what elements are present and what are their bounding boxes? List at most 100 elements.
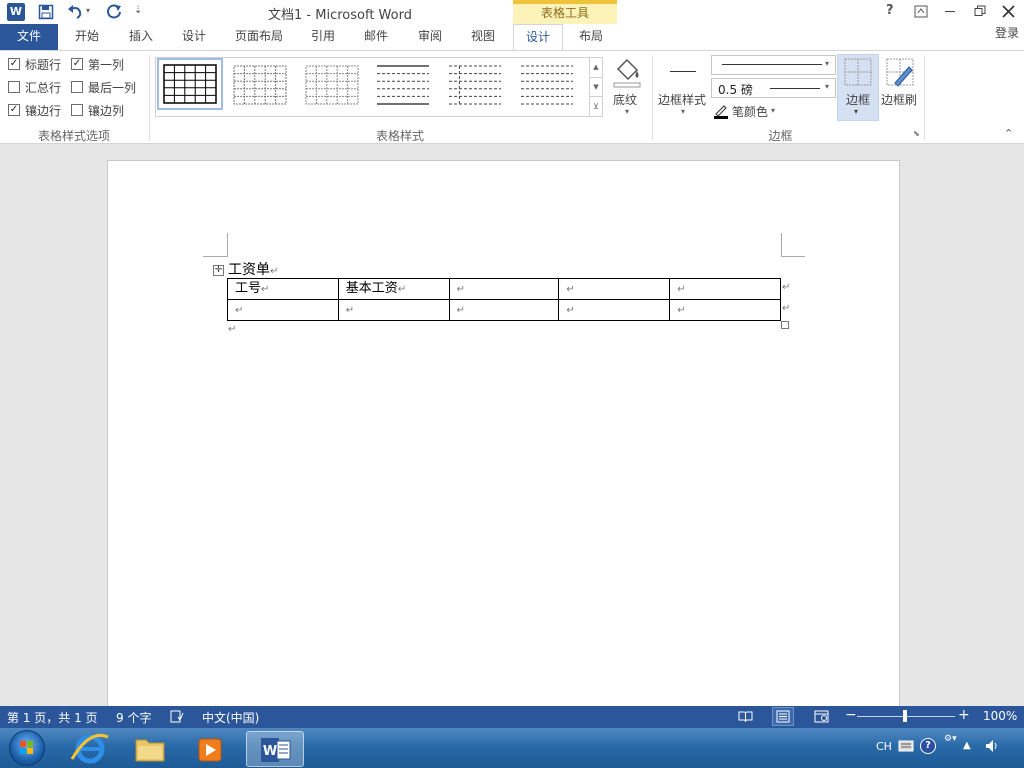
keyboard-icon[interactable] [898,740,914,752]
total-row-label[interactable]: 汇总行 [25,79,61,96]
table-cell[interactable]: ↵ [670,300,781,321]
table-cell[interactable]: 工号↵ [228,279,339,300]
volume-icon[interactable] [984,739,1000,753]
tab-references[interactable]: 引用 [300,24,346,50]
tab-design[interactable]: 设计 [170,24,218,50]
shading-button-label[interactable]: 底纹 [613,91,637,108]
banded-rows-label[interactable]: 镶边行 [25,102,61,119]
tab-table-design[interactable]: 设计 [513,24,563,51]
restore-icon[interactable] [974,5,986,17]
pen-icon[interactable] [713,103,729,119]
minimize-icon[interactable] [945,11,955,12]
borders-dialog-launcher-icon[interactable]: ⬊ [913,129,920,138]
collapse-ribbon-icon[interactable]: ⌃ [1004,127,1013,140]
ime-help-icon[interactable]: ? [920,738,936,754]
document-heading[interactable]: 工资单↵ [228,259,278,279]
table-resize-handle[interactable] [781,321,789,329]
ribbon-display-options-icon[interactable] [914,5,928,18]
border-styles-dropdown-icon[interactable]: ▾ [681,107,685,116]
start-button[interactable] [9,730,45,766]
borders-dropdown-icon[interactable]: ▾ [854,107,858,116]
customize-qat-icon[interactable]: ⇣ [134,5,142,16]
table-cell[interactable]: ↵ [228,300,339,321]
tab-table-layout[interactable]: 布局 [566,24,616,50]
tab-home[interactable]: 开始 [62,24,112,50]
line-style-dropdown[interactable]: ▾ [711,55,836,75]
table-style-thumbnail[interactable] [515,60,581,112]
web-layout-icon[interactable] [814,710,829,723]
help-icon[interactable]: ? [886,3,894,18]
tab-review[interactable]: 审阅 [406,24,454,50]
ime-options-icon[interactable]: ⚙▾ [944,734,957,744]
table-style-thumbnail[interactable] [228,60,294,112]
zoom-percentage[interactable]: 100% [983,709,1017,723]
read-mode-icon[interactable] [738,710,753,723]
page-count[interactable]: 第 1 页，共 1 页 [7,709,98,726]
first-column-checkbox[interactable]: ✓ [71,58,83,70]
pen-color-label[interactable]: 笔颜色 [732,103,768,120]
banded-columns-label[interactable]: 镶边列 [88,102,124,119]
input-language[interactable]: CH [876,740,892,753]
line-weight-dropdown[interactable]: 0.5 磅 ▾ [711,78,836,98]
border-styles-line-icon[interactable] [670,71,696,72]
redo-icon[interactable] [107,4,123,20]
tab-mailings[interactable]: 邮件 [353,24,399,50]
table-style-thumbnail[interactable] [300,60,366,112]
table-cell[interactable]: ↵ [670,279,781,300]
gallery-scroll-down-icon[interactable]: ▼ [589,77,602,95]
table-cell[interactable]: ↵ [450,279,560,300]
word-app-icon[interactable]: W [7,3,25,21]
header-row-label[interactable]: 标题行 [25,56,61,73]
table-cell[interactable]: ↵ [450,300,560,321]
tab-insert[interactable]: 插入 [116,24,166,50]
undo-dropdown-icon[interactable]: ▾ [86,6,90,15]
close-icon[interactable] [1002,5,1015,18]
document-table[interactable]: 工号↵ 基本工资↵ ↵ ↵ ↵ ↵ ↵ ↵ ↵ ↵ [227,278,781,321]
border-styles-label[interactable]: 边框样式 [658,91,706,108]
table-cell[interactable]: 基本工资↵ [339,279,450,300]
banded-columns-checkbox[interactable] [71,104,83,116]
page[interactable]: ✛ 工资单↵ 工号↵ 基本工资↵ ↵ ↵ ↵ ↵ ↵ ↵ ↵ ↵ ↵ ↵ ↵ [107,160,900,706]
table-cell[interactable]: ↵ [559,279,671,300]
borders-icon[interactable] [843,57,873,87]
table-move-handle-icon[interactable]: ✛ [213,265,224,276]
total-row-checkbox[interactable] [8,81,20,93]
line-weight-dropdown-icon[interactable]: ▾ [825,82,829,91]
header-row-checkbox[interactable]: ✓ [8,58,20,70]
table-cell[interactable]: ↵ [559,300,671,321]
zoom-in-button[interactable]: + [958,707,970,723]
table-cell[interactable]: ↵ [339,300,450,321]
language-indicator[interactable]: 中文(中国) [202,709,259,726]
media-player-icon[interactable] [182,731,238,767]
line-style-dropdown-icon[interactable]: ▾ [825,59,829,68]
zoom-slider-thumb[interactable] [903,710,907,722]
internet-explorer-icon[interactable] [62,731,118,767]
border-painter-label[interactable]: 边框刷 [881,91,917,108]
last-column-label[interactable]: 最后一列 [88,79,136,96]
table-style-thumbnail[interactable] [443,60,509,112]
last-column-checkbox[interactable] [71,81,83,93]
tab-file[interactable]: 文件 [0,24,58,50]
proofing-icon[interactable] [170,710,184,723]
undo-icon[interactable] [66,4,84,20]
zoom-out-button[interactable]: − [845,707,857,723]
shading-dropdown-icon[interactable]: ▾ [625,107,629,116]
gallery-more-icon[interactable]: ⊻ [589,96,602,116]
gallery-scroll-up-icon[interactable]: ▲ [589,58,602,76]
pen-color-dropdown-icon[interactable]: ▾ [771,106,775,115]
tab-view[interactable]: 视图 [459,24,507,50]
print-layout-icon[interactable] [772,707,794,726]
login-link[interactable]: 登录 [990,21,1024,47]
word-taskbar-icon[interactable]: W [246,731,304,767]
border-painter-icon[interactable] [885,57,915,87]
word-count[interactable]: 9 个字 [116,709,151,726]
save-icon[interactable] [38,4,54,20]
show-hidden-icons[interactable]: ▲ [963,740,971,751]
paint-bucket-icon[interactable] [610,55,644,89]
table-style-thumbnail[interactable] [371,60,437,112]
banded-rows-checkbox[interactable]: ✓ [8,104,20,116]
tab-page-layout[interactable]: 页面布局 [224,24,294,50]
table-style-thumbnail[interactable] [157,58,223,110]
file-explorer-icon[interactable] [122,731,178,767]
borders-button-label[interactable]: 边框 [846,91,870,108]
